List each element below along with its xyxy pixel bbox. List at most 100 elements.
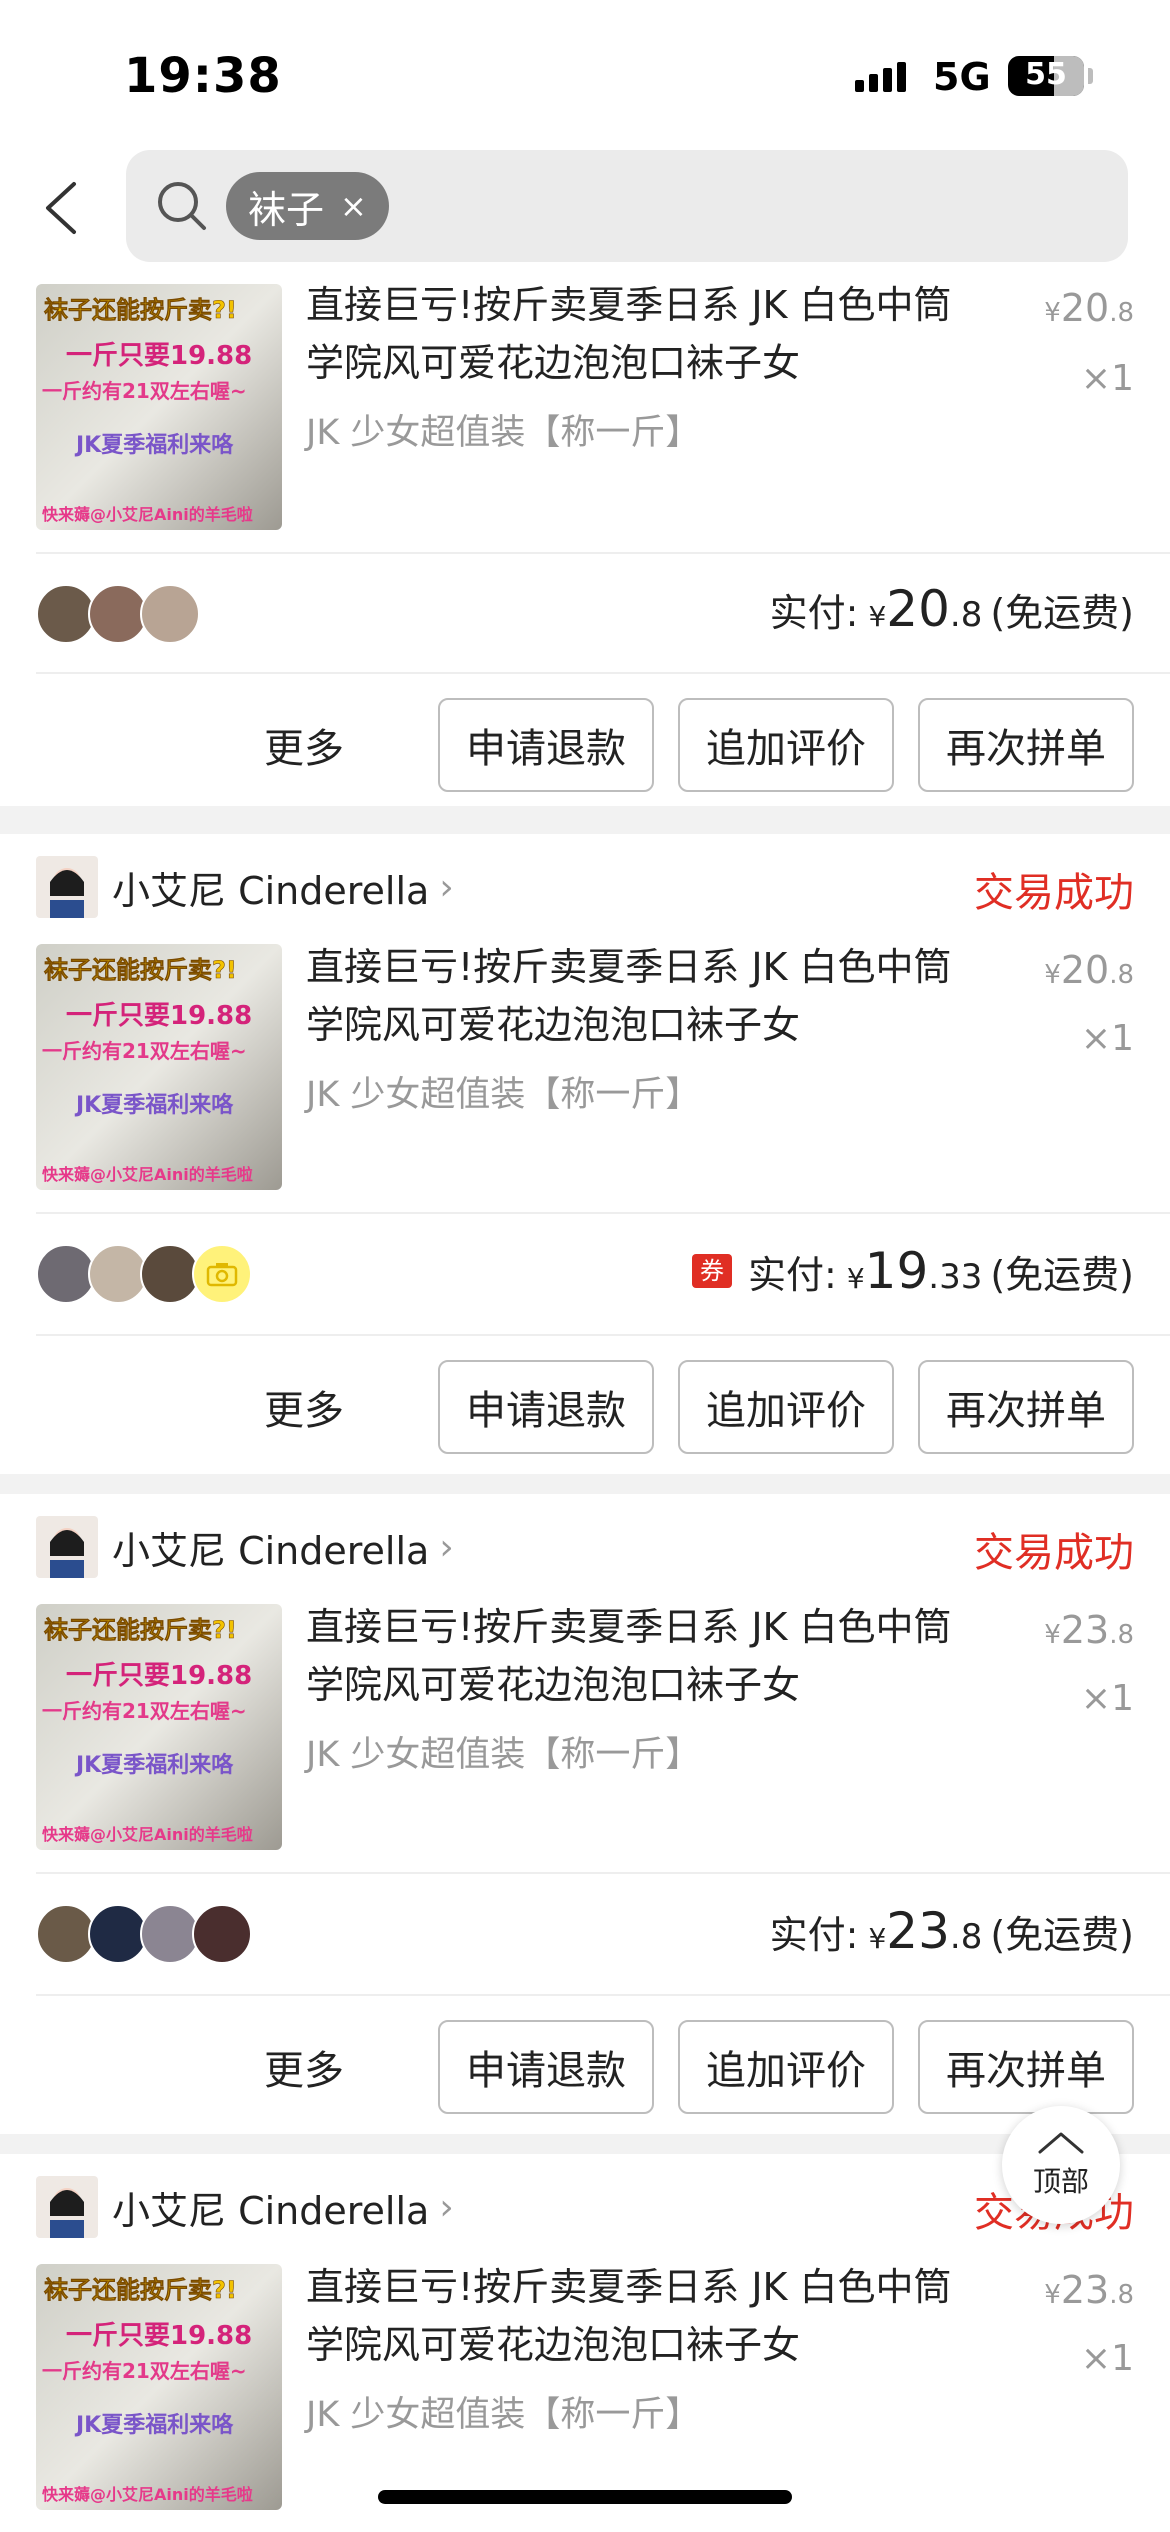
image-text: 一斤只要19.88 bbox=[66, 2321, 252, 2351]
camera-icon[interactable] bbox=[192, 1244, 252, 1304]
battery-level: 55 bbox=[1025, 57, 1067, 92]
product-title[interactable]: 直接巨亏!按斤卖夏季日系 JK 白色中筒学院风可爱花边泡泡口袜子女 bbox=[306, 938, 986, 1054]
product-image[interactable]: 袜子还能按斤卖?! 一斤只要19.88 一斤约有21双左右喔~ JK夏季福利来咯… bbox=[36, 944, 282, 1190]
image-text: 袜子还能按斤卖?! bbox=[44, 296, 237, 324]
add-review-button[interactable]: 追加评价 bbox=[678, 698, 894, 792]
back-arrow-icon[interactable] bbox=[40, 180, 80, 236]
back-to-top-label: 顶部 bbox=[1032, 2165, 1089, 2198]
image-text: 一斤约有21双左右喔~ bbox=[42, 379, 247, 403]
image-text: 袜子还能按斤卖?! bbox=[44, 956, 237, 984]
shop-avatar bbox=[36, 856, 98, 918]
divider bbox=[36, 672, 1170, 674]
product-spec: JK 少女超值装【称一斤】 bbox=[306, 1075, 701, 1115]
avatar bbox=[88, 584, 148, 644]
divider bbox=[36, 1994, 1170, 1996]
network-type: 5G bbox=[933, 55, 991, 99]
image-text: 快来薅@小艾尼Aini的羊毛啦 bbox=[42, 1825, 253, 1844]
search-header: 袜子 × bbox=[0, 140, 1170, 270]
product-title[interactable]: 直接巨亏!按斤卖夏季日系 JK 白色中筒学院风可爱花边泡泡口袜子女 bbox=[306, 276, 986, 392]
back-to-top-button[interactable]: 顶部 bbox=[1002, 2106, 1120, 2224]
avatar bbox=[88, 1904, 148, 1964]
order-actions: 更多 申请退款 追加评价 再次拼单 bbox=[264, 1360, 1134, 1454]
product-image[interactable]: 袜子还能按斤卖?! 一斤只要19.88 一斤约有21双左右喔~ JK夏季福利来咯… bbox=[36, 284, 282, 530]
refund-button[interactable]: 申请退款 bbox=[438, 2020, 654, 2114]
rebuy-button[interactable]: 再次拼单 bbox=[918, 1360, 1134, 1454]
paid-amount: 实付: ¥20.8 (免运费) bbox=[769, 580, 1134, 638]
search-keyword: 袜子 bbox=[248, 187, 325, 232]
image-text: 快来薅@小艾尼Aini的羊毛啦 bbox=[42, 505, 253, 524]
more-button[interactable]: 更多 bbox=[264, 2038, 344, 2096]
product-quantity: ×1 bbox=[1080, 2338, 1134, 2379]
rebuy-button[interactable]: 再次拼单 bbox=[918, 2020, 1134, 2114]
cellular-signal-icon bbox=[855, 58, 906, 92]
product-price: ¥20.8 bbox=[1044, 948, 1134, 992]
search-input[interactable]: 袜子 × bbox=[126, 150, 1128, 262]
status-bar: 19:38 5G 55 bbox=[0, 0, 1170, 140]
image-text: JK夏季福利来咯 bbox=[74, 1092, 234, 1118]
avatar bbox=[140, 584, 200, 644]
order-card: 小艾尼 Cinderella › 交易成功 袜子还能按斤卖?! 一斤只要19.8… bbox=[0, 1494, 1170, 2134]
image-text: JK夏季福利来咯 bbox=[74, 432, 234, 458]
search-keyword-chip[interactable]: 袜子 × bbox=[226, 172, 389, 240]
product-quantity: ×1 bbox=[1080, 358, 1134, 399]
shop-header[interactable]: 小艾尼 Cinderella › bbox=[36, 1516, 454, 1578]
paid-amount: 实付: ¥23.8 (免运费) bbox=[769, 1902, 1134, 1960]
shop-name: 小艾尼 Cinderella bbox=[112, 868, 430, 913]
clear-keyword-icon[interactable]: × bbox=[340, 187, 367, 225]
order-status: 交易成功 bbox=[974, 870, 1134, 916]
home-indicator[interactable] bbox=[378, 2490, 792, 2504]
refund-button[interactable]: 申请退款 bbox=[438, 698, 654, 792]
product-quantity: ×1 bbox=[1080, 1678, 1134, 1719]
order-card: 小艾尼 Cinderella › 交易成功 袜子还能按斤卖?! 一斤只要19.8… bbox=[0, 834, 1170, 1474]
image-text: JK夏季福利来咯 bbox=[74, 1752, 234, 1778]
shop-name: 小艾尼 Cinderella bbox=[112, 1528, 430, 1573]
image-text: 一斤只要19.88 bbox=[66, 1001, 252, 1031]
image-text: 一斤只要19.88 bbox=[66, 341, 252, 371]
product-quantity: ×1 bbox=[1080, 1018, 1134, 1059]
more-button[interactable]: 更多 bbox=[264, 716, 344, 774]
divider bbox=[36, 1212, 1170, 1214]
product-price: ¥20.8 bbox=[1044, 286, 1134, 330]
add-review-button[interactable]: 追加评价 bbox=[678, 2020, 894, 2114]
image-text: 袜子还能按斤卖?! bbox=[44, 2276, 237, 2304]
product-title[interactable]: 直接巨亏!按斤卖夏季日系 JK 白色中筒学院风可爱花边泡泡口袜子女 bbox=[306, 2258, 986, 2374]
order-status: 交易成功 bbox=[974, 1530, 1134, 1576]
image-text: 一斤约有21双左右喔~ bbox=[42, 1699, 247, 1723]
image-text: 快来薅@小艾尼Aini的羊毛啦 bbox=[42, 1165, 253, 1184]
shop-avatar bbox=[36, 2176, 98, 2238]
chevron-right-icon: › bbox=[439, 1526, 454, 1568]
avatar bbox=[88, 1244, 148, 1304]
image-text: JK夏季福利来咯 bbox=[74, 2412, 234, 2438]
product-image[interactable]: 袜子还能按斤卖?! 一斤只要19.88 一斤约有21双左右喔~ JK夏季福利来咯… bbox=[36, 1604, 282, 1850]
order-card: 袜子还能按斤卖?! 一斤只要19.88 一斤约有21双左右喔~ JK夏季福利来咯… bbox=[0, 270, 1170, 806]
divider bbox=[36, 1334, 1170, 1336]
product-price: ¥23.8 bbox=[1044, 1608, 1134, 1652]
add-review-button[interactable]: 追加评价 bbox=[678, 1360, 894, 1454]
product-spec: JK 少女超值装【称一斤】 bbox=[306, 2395, 701, 2435]
shop-header[interactable]: 小艾尼 Cinderella › bbox=[36, 856, 454, 918]
rebuy-button[interactable]: 再次拼单 bbox=[918, 698, 1134, 792]
divider bbox=[36, 552, 1170, 554]
image-text: 快来薅@小艾尼Aini的羊毛啦 bbox=[42, 2485, 253, 2504]
order-card: 小艾尼 Cinderella › 交易成功 袜子还能按斤卖?! 一斤只要19.8… bbox=[0, 2154, 1170, 2532]
battery-cap bbox=[1088, 68, 1093, 84]
battery-icon: 55 bbox=[1008, 56, 1084, 96]
product-spec: JK 少女超值装【称一斤】 bbox=[306, 1735, 701, 1775]
product-image[interactable]: 袜子还能按斤卖?! 一斤只要19.88 一斤约有21双左右喔~ JK夏季福利来咯… bbox=[36, 2264, 282, 2510]
chevron-up-icon bbox=[1038, 2132, 1084, 2154]
shop-header[interactable]: 小艾尼 Cinderella › bbox=[36, 2176, 454, 2238]
chevron-right-icon: › bbox=[439, 866, 454, 908]
product-title[interactable]: 直接巨亏!按斤卖夏季日系 JK 白色中筒学院风可爱花边泡泡口袜子女 bbox=[306, 1598, 986, 1714]
group-members bbox=[36, 584, 200, 644]
coupon-badge: 券 bbox=[692, 1254, 732, 1288]
avatar bbox=[36, 1244, 96, 1304]
image-text: 袜子还能按斤卖?! bbox=[44, 1616, 237, 1644]
refund-button[interactable]: 申请退款 bbox=[438, 1360, 654, 1454]
search-icon bbox=[158, 182, 206, 230]
image-text: 一斤只要19.88 bbox=[66, 1661, 252, 1691]
more-button[interactable]: 更多 bbox=[264, 1378, 344, 1436]
paid-amount: 券 实付: ¥19.33 (免运费) bbox=[692, 1242, 1134, 1300]
shop-name: 小艾尼 Cinderella bbox=[112, 2188, 430, 2233]
product-price: ¥23.8 bbox=[1044, 2268, 1134, 2312]
order-actions: 更多 申请退款 追加评价 再次拼单 bbox=[264, 698, 1134, 792]
